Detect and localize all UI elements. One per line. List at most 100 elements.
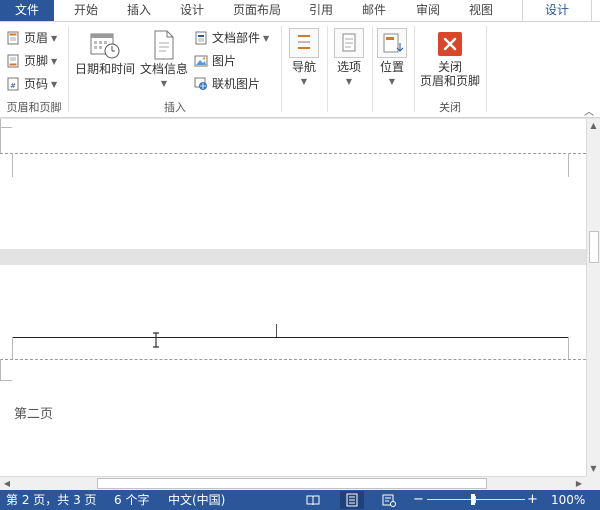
- navigation-button[interactable]: 导航 ▼: [286, 28, 322, 89]
- zoom-slider-center-tick: [475, 496, 476, 503]
- crop-mark: [568, 337, 569, 359]
- page-number-button[interactable]: # 页码 ▼: [6, 74, 57, 94]
- tab-references[interactable]: 引用: [297, 0, 345, 21]
- picture-label: 图片: [212, 54, 237, 68]
- language-status[interactable]: 中文(中国): [168, 490, 225, 510]
- group-divider: [372, 26, 373, 112]
- page-1: [0, 119, 586, 249]
- vertical-scrollbar[interactable]: ▲ ▼: [586, 119, 600, 476]
- crop-mark: [0, 119, 1, 153]
- page-number-icon: #: [7, 77, 19, 91]
- header-button[interactable]: 页眉 ▼: [6, 28, 57, 48]
- online-picture-label: 联机图片: [212, 77, 261, 91]
- ribbon-tab-bar: 文件 开始 插入 设计 页面布局 引用 邮件 审阅 视图 设计: [0, 0, 600, 22]
- close-icon: [438, 32, 462, 56]
- group-divider: [327, 26, 328, 112]
- tab-home[interactable]: 开始: [62, 0, 110, 21]
- position-icon: [377, 28, 407, 58]
- navigation-label: 导航: [291, 60, 316, 74]
- zoom-in-button[interactable]: +: [527, 490, 538, 510]
- tab-mailings[interactable]: 邮件: [350, 0, 398, 21]
- zoom-level[interactable]: 100%: [551, 490, 585, 510]
- scrollbar-corner: [586, 476, 600, 490]
- document-canvas[interactable]: 第二页: [0, 119, 586, 476]
- read-mode-icon[interactable]: [306, 493, 320, 507]
- chevron-down-icon: ▼: [263, 34, 270, 43]
- header-icon: [7, 31, 19, 45]
- header-label: 页眉: [24, 31, 49, 45]
- position-button[interactable]: 位置 ▼: [374, 28, 410, 89]
- tab-insert[interactable]: 插入: [115, 0, 163, 21]
- page-count-status[interactable]: 第 2 页，共 3 页: [6, 490, 97, 510]
- horizontal-scrollbar[interactable]: ◀ ▶: [0, 476, 586, 490]
- group-label-close: 关闭: [439, 101, 461, 114]
- group-label-insert: 插入: [164, 101, 186, 114]
- tab-review[interactable]: 审阅: [404, 0, 452, 21]
- header-bottom-border: [12, 337, 569, 338]
- calendar-clock-icon: [90, 33, 120, 59]
- group-divider: [486, 26, 487, 112]
- document-info-icon: [154, 30, 174, 60]
- tab-page-layout[interactable]: 页面布局: [223, 0, 291, 21]
- page-2: 第二页: [0, 265, 586, 476]
- page-content-text: 第二页: [14, 407, 54, 422]
- chevron-down-icon: ▼: [51, 57, 58, 66]
- vertical-scroll-thumb[interactable]: [589, 231, 599, 263]
- group-label-header-footer: 页眉和页脚: [6, 101, 62, 114]
- close-label-line2: 页眉和页脚: [419, 74, 480, 88]
- chevron-down-icon: ▼: [345, 77, 353, 86]
- chevron-down-icon: ▼: [160, 79, 168, 88]
- document-info-button[interactable]: 文档信息 ▼: [138, 30, 190, 91]
- options-label: 选项: [336, 60, 361, 74]
- scroll-left-icon[interactable]: ◀: [0, 477, 14, 490]
- date-time-label: 日期和时间: [74, 62, 135, 76]
- web-layout-icon[interactable]: [382, 493, 396, 507]
- print-layout-icon[interactable]: [345, 493, 359, 507]
- date-time-button[interactable]: 日期和时间: [74, 30, 136, 76]
- collapse-ribbon-icon[interactable]: ︿: [584, 103, 594, 118]
- status-bar: 第 2 页，共 3 页 6 个字 中文(中国) − + 100%: [0, 490, 600, 510]
- page-number-label: 页码: [24, 77, 49, 91]
- ribbon: 页眉 ▼ 页脚 ▼ # 页码 ▼ 页眉和页脚 日期和时间 文档信息 ▼ 文档部件 ▼ 图片: [0, 21, 600, 118]
- footer-boundary-line: [0, 153, 586, 154]
- navigation-icon: [289, 28, 319, 58]
- options-icon: [334, 28, 364, 58]
- online-picture-icon: [194, 77, 207, 90]
- header-boundary-line: [0, 359, 586, 360]
- horizontal-scroll-thumb[interactable]: [97, 478, 487, 489]
- online-picture-button[interactable]: 联机图片: [194, 74, 260, 94]
- options-button[interactable]: 选项 ▼: [331, 28, 367, 89]
- scroll-down-icon[interactable]: ▼: [587, 462, 600, 476]
- tab-view[interactable]: 视图: [457, 0, 505, 21]
- document-info-label: 文档信息: [139, 62, 188, 76]
- crop-mark: [568, 153, 569, 177]
- picture-button[interactable]: 图片: [194, 51, 236, 71]
- tab-header-footer-design[interactable]: 设计: [522, 0, 592, 22]
- chevron-down-icon: ▼: [51, 34, 58, 43]
- scroll-up-icon[interactable]: ▲: [587, 119, 600, 133]
- document-parts-icon: [195, 31, 207, 45]
- tab-file[interactable]: 文件: [0, 0, 54, 21]
- word-count-status[interactable]: 6 个字: [114, 490, 149, 510]
- zoom-slider-track[interactable]: [427, 499, 525, 500]
- tab-design[interactable]: 设计: [168, 0, 216, 21]
- chevron-down-icon: ▼: [388, 77, 396, 86]
- close-header-footer-button[interactable]: 关闭 页眉和页脚: [416, 32, 484, 88]
- svg-text:#: #: [10, 82, 16, 90]
- footer-label: 页脚: [24, 54, 49, 68]
- group-divider: [281, 26, 282, 112]
- group-divider: [414, 26, 415, 112]
- document-parts-label: 文档部件: [212, 31, 261, 45]
- footer-button[interactable]: 页脚 ▼: [6, 51, 57, 71]
- crop-mark: [0, 380, 12, 381]
- crop-mark: [12, 337, 13, 359]
- document-parts-button[interactable]: 文档部件 ▼: [194, 28, 269, 48]
- close-label-line1: 关闭: [437, 60, 462, 74]
- i-beam-cursor-icon: [153, 332, 159, 348]
- crop-mark: [12, 153, 13, 177]
- scroll-right-icon[interactable]: ▶: [572, 477, 586, 490]
- zoom-slider-thumb[interactable]: [471, 494, 476, 505]
- zoom-out-button[interactable]: −: [413, 490, 424, 510]
- chevron-down-icon: ▼: [51, 80, 58, 89]
- footer-icon: [7, 54, 19, 68]
